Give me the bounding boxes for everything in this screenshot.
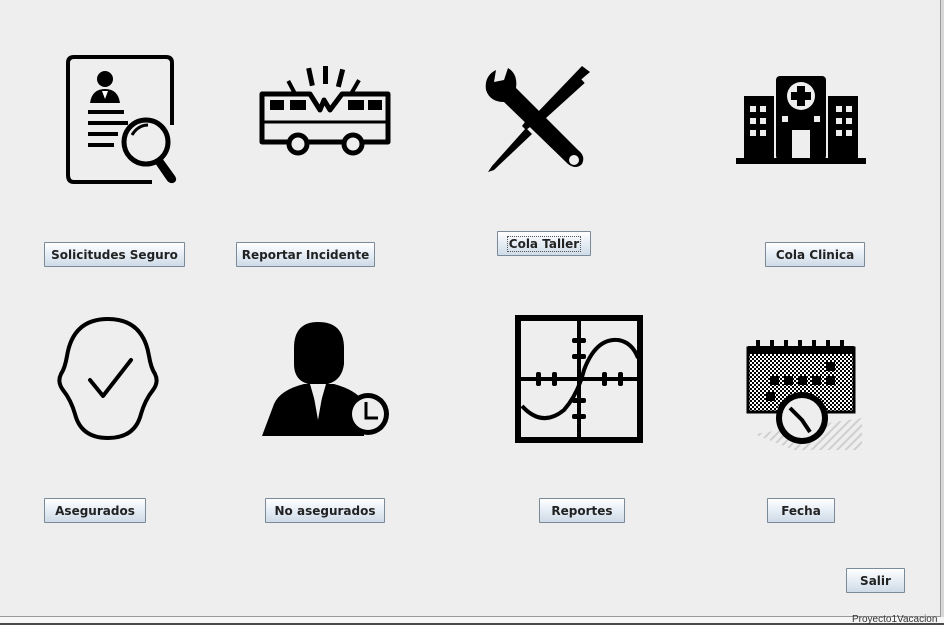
no-asegurados-label: No asegurados bbox=[274, 503, 376, 518]
main-window: Solicitudes Seguro Reportar Incidente Co… bbox=[0, 0, 941, 617]
graph-icon bbox=[514, 314, 644, 444]
person-clock-icon bbox=[260, 320, 390, 438]
insured-person-icon bbox=[55, 316, 161, 442]
reportes-button[interactable]: Reportes bbox=[539, 498, 625, 523]
no-asegurados-button[interactable]: No asegurados bbox=[265, 498, 385, 523]
calendar-clock-icon bbox=[744, 338, 862, 450]
salir-label: Salir bbox=[860, 573, 891, 588]
cola-taller-label: Cola Taller bbox=[506, 235, 582, 252]
cola-clinica-label: Cola Clinica bbox=[775, 247, 855, 262]
solicitudes-seguro-label: Solicitudes Seguro bbox=[51, 247, 178, 262]
cola-taller-button[interactable]: Cola Taller bbox=[497, 231, 591, 256]
asegurados-button[interactable]: Asegurados bbox=[44, 498, 146, 523]
reportar-incidente-label: Reportar Incidente bbox=[241, 247, 370, 262]
hospital-icon bbox=[736, 74, 866, 166]
solicitudes-seguro-button[interactable]: Solicitudes Seguro bbox=[44, 242, 185, 267]
reportar-incidente-button[interactable]: Reportar Incidente bbox=[236, 242, 375, 267]
fecha-label: Fecha bbox=[781, 503, 821, 518]
salir-button[interactable]: Salir bbox=[846, 568, 905, 593]
cola-clinica-button[interactable]: Cola Clinica bbox=[765, 242, 865, 267]
tools-icon bbox=[482, 66, 596, 176]
fecha-button[interactable]: Fecha bbox=[767, 498, 835, 523]
car-crash-icon bbox=[258, 66, 392, 160]
reportes-label: Reportes bbox=[551, 503, 613, 518]
background-project-label: Proyecto1Vacacion bbox=[852, 614, 938, 625]
asegurados-label: Asegurados bbox=[55, 503, 135, 518]
document-search-icon bbox=[62, 55, 182, 187]
background-window-bottom bbox=[0, 617, 944, 623]
